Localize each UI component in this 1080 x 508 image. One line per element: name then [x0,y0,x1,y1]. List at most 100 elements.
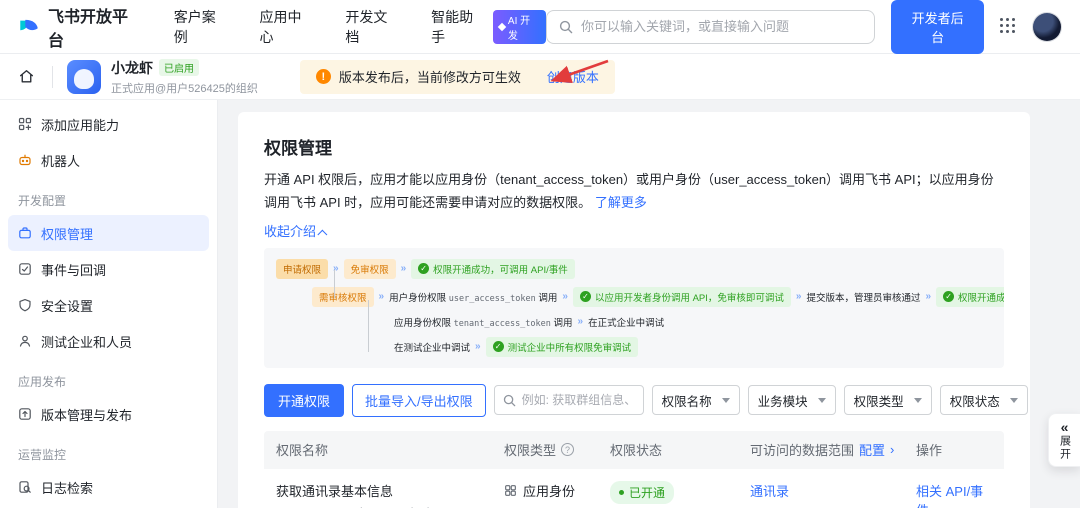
user-avatar[interactable] [1032,11,1062,42]
ai-dev-badge: AI 开发 [492,9,546,44]
filter-permission-status[interactable]: 权限状态 [939,385,1028,415]
flow-submit: 提交版本，管理员审核通过 [806,292,921,304]
sidebar-item-label: 机器人 [41,153,81,169]
chevron-right-icon: › [890,442,895,457]
grid-plus-icon [18,117,32,131]
flow-row-tenant: 应用身份权限 tenant_access_token 调用 » 在正式企业中调试 [394,315,992,329]
sidebar-item-security[interactable]: 安全设置 [8,287,209,323]
col-permission-type: 权限类型 ? [504,440,610,459]
filter-business-module[interactable]: 业务模块 [747,385,836,415]
chevron-up-icon [317,229,328,240]
app-header: 小龙虾 已启用 正式应用@用户526425的组织 ! 版本发布后，当前修改方可生… [0,54,1080,100]
expand-panel-button[interactable]: « 展开 [1048,413,1080,467]
nav-ai-assistant[interactable]: 智能助手 AI 开发 [431,7,546,47]
sidebar-section-dev-config: 开发配置 [18,194,67,208]
scope-config-link[interactable]: 配置 [859,440,885,459]
arrow-icon: » [577,316,584,327]
flow-final-result: ✓权限开通成功，可调用 API/事件 [936,286,1004,307]
permission-toolbar: 开通权限 批量导入/导出权限 权限名称 业务模块 权限类型 权限状态 [264,383,1028,417]
check-icon: ✓ [492,341,504,352]
sidebar-item-label: 添加应用能力 [41,117,120,133]
brand-title: 飞书开放平台 [47,8,128,50]
flow-formal-debug: 在正式企业中调试 [588,317,665,329]
cell-actions: 相关 API/事件 关闭 [916,481,992,508]
shield-icon [19,299,31,312]
developer-console-button[interactable]: 开发者后台 [891,0,985,54]
app-name: 小龙虾 [111,59,153,76]
home-icon [19,70,33,83]
chevron-down-icon [913,397,922,403]
current-app-info[interactable]: 小龙虾 已启用 正式应用@用户526425的组织 [67,58,258,96]
sidebar-item-test-org[interactable]: 测试企业和人员 [8,323,209,359]
scope-module-link[interactable]: 通讯录 [750,484,789,499]
permission-search-input[interactable] [521,393,635,407]
global-search-input[interactable] [580,19,863,34]
flow-tenant-path: 应用身份权限 tenant_access_token 调用 [394,317,573,329]
sidebar-item-add-capability[interactable]: 添加应用能力 [8,106,209,142]
primary-nav: 客户案例 应用中心 开发文档 智能助手 AI 开发 [144,7,546,47]
flow-free-result: ✓ 权限开通成功，可调用 API/事件 [411,258,575,279]
permission-search[interactable] [493,385,644,415]
search-icon [503,394,515,406]
open-permission-button[interactable]: 开通权限 [264,383,345,417]
related-api-link[interactable]: 相关 API/事件 [916,481,992,508]
sidebar-item-version-release[interactable]: 版本管理与发布 [8,396,209,432]
arrow-icon: » [400,263,407,274]
check-icon: ✓ [579,291,591,302]
briefcase-icon [19,227,31,239]
event-callback-icon [19,263,31,275]
home-button[interactable] [0,54,52,99]
sidebar-item-label: 安全设置 [41,298,94,314]
app-meta: 正式应用@用户526425的组织 [111,82,258,95]
app-status-badge: 已启用 [159,59,199,76]
top-navbar: 飞书开放平台 客户案例 应用中心 开发文档 智能助手 AI 开发 开发者后台 [0,0,1080,54]
sidebar-item-label: 版本管理与发布 [41,407,133,423]
collapse-intro-label: 收起介绍 [264,223,317,239]
flow-free-tag: 免审权限 [343,258,396,279]
feishu-logo[interactable]: 飞书开放平台 [18,3,144,51]
cell-permission-name: 获取通讯录基本信息 contact:contact.base:readonly [276,483,435,508]
sidebar-item-permissions[interactable]: 权限管理 [8,215,209,251]
expand-label: 展开 [1058,434,1071,461]
arrow-icon: » [925,291,932,302]
main-area: 权限管理 开通 API 权限后，应用才能以应用身份（tenant_access_… [218,100,1080,508]
nav-app-center[interactable]: 应用中心 [260,7,316,47]
page-body: 添加应用能力 机器人 开发配置 权限管理 事件与回调 安全设置 测试企业和人员 … [0,100,1080,508]
sidebar-item-logs[interactable]: 日志检索 [8,469,209,505]
sparkle-icon [497,22,507,31]
nav-customer-cases[interactable]: 客户案例 [174,7,230,47]
apps-grid-icon[interactable] [1000,17,1018,36]
warning-icon: ! [315,69,331,84]
flow-user-path: 用户身份权限 user_access_token 调用 [389,292,558,304]
header-divider [52,65,53,88]
help-icon[interactable]: ? [561,443,575,456]
flow-apply-tag: 申请权限 [276,258,329,279]
global-search[interactable] [545,9,876,44]
create-version-link[interactable]: 创建版本 [547,67,599,86]
table-header: 权限名称 权限类型 ? 权限状态 可访问的数据范围 配置 › 操作 [264,430,1004,469]
version-banner: ! 版本发布后，当前修改方可生效 创建版本 [299,59,615,94]
cell-data-scope: 通讯录 与应用的可用范围一致 [750,481,916,508]
check-icon: ✓ [418,263,430,274]
flow-dev-debug: ✓ 以应用开发者身份调用 API，免审核即可调试 [572,286,791,307]
col-actions: 操作 [916,443,943,458]
cell-permission-status: 已开通 [610,480,750,504]
sidebar-item-events[interactable]: 事件与回调 [8,251,209,287]
batch-import-export-button[interactable]: 批量导入/导出权限 [352,383,486,417]
sidebar-item-label: 测试企业和人员 [41,334,133,350]
flow-row-user: 需审核权限 » 用户身份权限 user_access_token 调用 » ✓ 以… [312,286,1004,307]
sidebar-item-bot[interactable]: 机器人 [8,142,209,178]
chevron-down-icon [1009,397,1018,403]
chevron-down-icon [817,397,826,403]
flow-review-tag: 需审核权限 [312,286,374,307]
sidebar-item-label: 权限管理 [41,226,94,242]
collapse-intro-link[interactable]: 收起介绍 [264,223,328,240]
cell-permission-type: 应用身份 [504,481,610,500]
filter-permission-type[interactable]: 权限类型 [843,385,932,415]
learn-more-link[interactable]: 了解更多 [595,195,647,210]
permission-card: 权限管理 开通 API 权限后，应用才能以应用身份（tenant_access_… [238,112,1030,508]
publish-icon [19,408,31,420]
status-badge: 已开通 [610,480,675,504]
filter-permission-name[interactable]: 权限名称 [651,385,740,415]
nav-dev-docs[interactable]: 开发文档 [345,7,401,47]
